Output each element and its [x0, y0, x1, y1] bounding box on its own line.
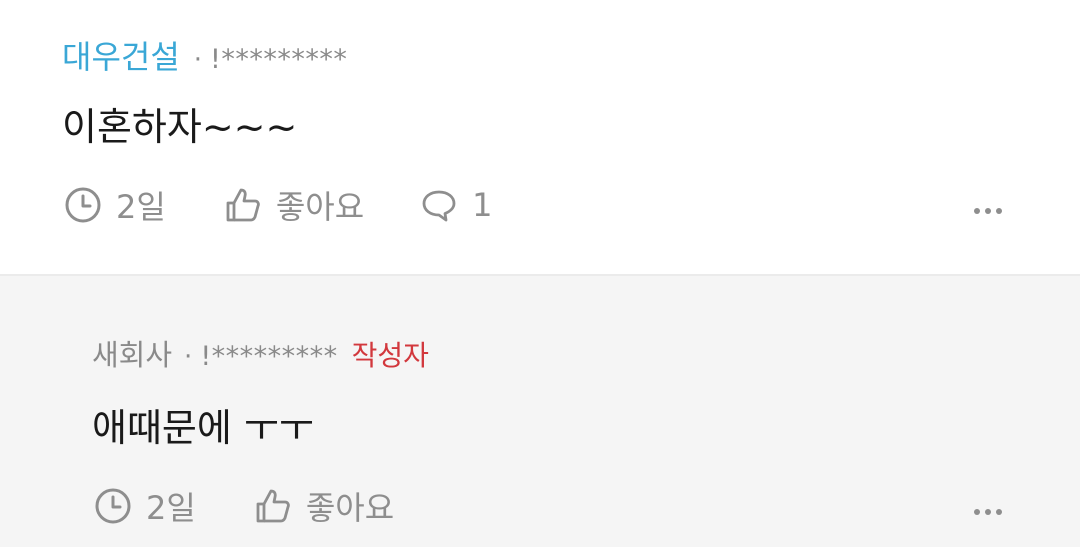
timestamp: 2일 — [64, 182, 166, 228]
masked-user-id: !********* — [210, 44, 348, 75]
more-dots-icon — [996, 509, 1002, 515]
speech-bubble-icon — [422, 190, 456, 222]
more-dots-icon — [974, 509, 980, 515]
more-options-button[interactable] — [970, 202, 1006, 220]
more-dots-icon — [974, 208, 980, 214]
thumbs-up-icon — [226, 188, 260, 222]
clock-icon — [95, 488, 131, 524]
like-button[interactable]: 좋아요 — [224, 182, 364, 228]
reply-comment: 새회사 · !********* 작성자 애때문에 ㅜㅜ 2일 좋아요 — [0, 276, 1080, 547]
more-options-button[interactable] — [970, 503, 1006, 521]
timestamp-label: 2일 — [146, 489, 196, 527]
comment-author-line: 대우건설 · !********* — [62, 32, 347, 78]
more-dots-icon — [985, 509, 991, 515]
thumbs-up-icon — [256, 489, 290, 523]
comment-body: 애때문에 ㅜㅜ — [92, 406, 314, 450]
comment: 대우건설 · !********* 이혼하자~~~ 2일 좋아요 1 — [0, 0, 1080, 276]
timestamp-label: 2일 — [116, 188, 166, 226]
masked-user-id: !********* — [200, 341, 338, 372]
clock-icon — [65, 187, 101, 223]
more-dots-icon — [996, 208, 1002, 214]
author-name[interactable]: 새회사 — [92, 332, 172, 374]
like-button[interactable]: 좋아요 — [254, 483, 394, 529]
comment-body: 이혼하자~~~ — [62, 105, 298, 149]
reply-count: 1 — [472, 186, 493, 224]
author-name[interactable]: 대우건설 — [62, 32, 180, 78]
separator: · — [193, 45, 203, 75]
like-label: 좋아요 — [275, 188, 365, 226]
more-dots-icon — [985, 208, 991, 214]
timestamp: 2일 — [94, 483, 196, 529]
like-label: 좋아요 — [305, 489, 395, 527]
reply-button[interactable]: 1 — [420, 186, 493, 224]
writer-badge: 작성자 — [351, 339, 429, 372]
separator: · — [184, 342, 193, 372]
reply-author-line: 새회사 · !********* 작성자 — [92, 332, 429, 374]
comment-actions: 2일 좋아요 — [94, 483, 450, 529]
comment-actions: 2일 좋아요 1 — [64, 182, 493, 228]
